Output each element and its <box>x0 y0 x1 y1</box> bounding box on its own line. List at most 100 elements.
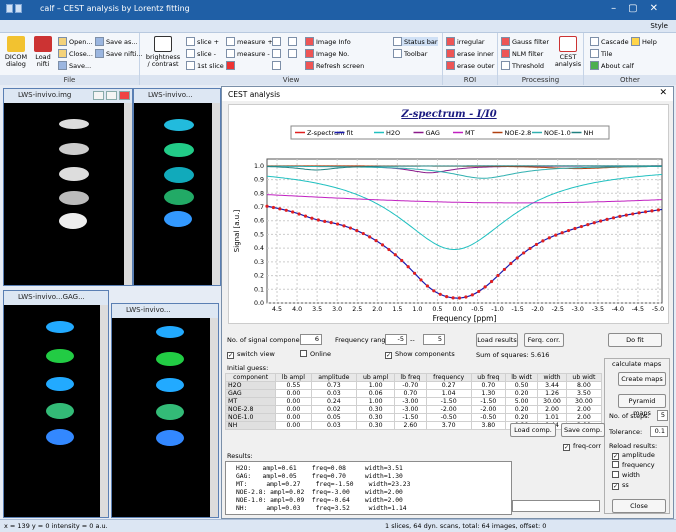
no-steps-input[interactable]: 5 <box>657 410 668 421</box>
do-fit-button[interactable]: Do fit <box>608 333 662 347</box>
slice-minus-button[interactable]: slice - <box>186 49 216 58</box>
image-window-4[interactable]: LWS-invivo... <box>111 303 219 518</box>
table-cell[interactable]: -3.00 <box>394 397 427 406</box>
table-cell[interactable]: -2.00 <box>425 405 472 414</box>
refresh-button[interactable]: Refresh screen <box>305 61 364 70</box>
measure-minus-button[interactable]: measure - <box>226 49 270 58</box>
status-bar-toggle[interactable]: Status bar <box>393 37 438 46</box>
reload-option-width[interactable]: width <box>612 471 640 479</box>
table-cell[interactable]: 30.00 <box>565 397 603 406</box>
close-window-button[interactable] <box>119 91 130 100</box>
table-cell[interactable]: 0.00 <box>275 389 312 398</box>
freq-corr-checkbox[interactable]: ✓ freq-corr <box>563 442 601 451</box>
table-cell[interactable]: 0.05 <box>310 413 358 422</box>
cascade-button[interactable]: Cascade <box>590 37 629 46</box>
brightness-contrast-button[interactable]: brightness / contrast <box>145 36 181 68</box>
table-row[interactable]: GAG 0.00 0.03 0.06 0.70 1.04 1.30 0.20 1.26 3.50 <box>224 389 603 398</box>
table-cell[interactable]: 0.55 <box>275 381 312 390</box>
table-cell[interactable]: 1.00 <box>356 397 396 406</box>
table-cell[interactable]: 0.02 <box>310 405 358 414</box>
irregular-roi-button[interactable]: irregular <box>446 37 485 46</box>
no-components-input[interactable]: 6 <box>300 334 322 345</box>
table-row[interactable]: NOE-2.8 0.00 0.02 0.30 -3.00 -2.00 -2.00 0.20 2.… <box>224 405 603 414</box>
scrollbar[interactable] <box>100 305 108 517</box>
table-cell[interactable]: NOE-2.8 <box>224 405 277 414</box>
table-cell[interactable]: 0.00 <box>275 397 312 406</box>
table-cell[interactable]: 0.20 <box>504 389 539 398</box>
table-cell[interactable]: -0.70 <box>394 381 427 390</box>
dialog-close-icon[interactable]: ✕ <box>659 88 667 98</box>
load-comp-button[interactable]: Load comp. <box>510 423 556 437</box>
reload-option-ss[interactable]: ✓ ss <box>612 481 629 490</box>
table-cell[interactable]: -1.50 <box>470 397 506 406</box>
cursor-c-button[interactable] <box>272 37 281 46</box>
close-button[interactable]: Close <box>612 499 666 513</box>
results-listbox[interactable]: H2O: ampl=0.61 freq=0.08 width=3.51 GAG: … <box>225 461 512 515</box>
show-components-checkbox[interactable]: ✓ Show components <box>385 350 455 359</box>
table-cell[interactable]: 0.24 <box>310 397 358 406</box>
table-cell[interactable]: 30.00 <box>537 397 567 406</box>
online-checkbox[interactable]: Online <box>300 350 331 358</box>
ferq-corr-button[interactable]: Ferq. corr. <box>524 333 564 347</box>
table-cell[interactable]: 1.01 <box>537 413 567 422</box>
measure-tool-button[interactable] <box>226 61 235 70</box>
table-cell[interactable]: -0.50 <box>470 413 506 422</box>
r2-button[interactable] <box>288 49 297 58</box>
image-window-1-title[interactable]: LWS-invivo.img <box>4 89 132 103</box>
save-as-button[interactable]: Save as... <box>95 37 138 46</box>
toolbar-toggle[interactable]: Toolbar <box>393 49 427 58</box>
table-cell[interactable]: -3.00 <box>394 405 427 414</box>
table-cell[interactable]: 0.00 <box>275 421 312 430</box>
gauss-filter-button[interactable]: Gauss filter <box>501 37 549 46</box>
erase-outer-button[interactable]: erase outer <box>446 61 494 70</box>
table-row[interactable]: NOE-1.0 0.00 0.05 0.30 -1.50 -0.50 -0.50 0.20 1.… <box>224 413 603 422</box>
load-nifti-button[interactable]: Load nifti <box>31 36 55 68</box>
table-cell[interactable]: 1.00 <box>356 381 396 390</box>
table-cell[interactable]: -1.50 <box>425 397 472 406</box>
close-file-button[interactable]: Close... <box>58 49 93 58</box>
r-button[interactable] <box>288 37 297 46</box>
table-cell[interactable]: 3.44 <box>537 381 567 390</box>
initial-guess-table[interactable]: component lb ampl amplitude ub ampl lb freq f… <box>224 373 603 430</box>
switch-view-checkbox[interactable]: ✓ switch view <box>227 350 275 359</box>
table-cell[interactable]: 1.04 <box>425 389 472 398</box>
image-no-button[interactable]: Image No. <box>305 49 349 58</box>
table-cell[interactable]: 0.50 <box>504 381 539 390</box>
table-cell[interactable]: 2.00 <box>537 405 567 414</box>
style-menu[interactable]: Style <box>650 22 668 30</box>
image-window-2-title[interactable]: LWS-invivo... <box>134 89 220 103</box>
image-info-button[interactable]: Image Info <box>305 37 351 46</box>
table-cell[interactable]: 0.03 <box>310 421 358 430</box>
scrollbar[interactable] <box>210 318 218 517</box>
table-cell[interactable]: 0.30 <box>356 413 396 422</box>
table-cell[interactable]: 5.00 <box>504 397 539 406</box>
table-cell[interactable]: 8.00 <box>565 381 603 390</box>
reload-option-frequency[interactable]: frequency <box>612 461 655 469</box>
table-cell[interactable]: 0.00 <box>275 405 312 414</box>
table-cell[interactable]: 0.70 <box>394 389 427 398</box>
table-cell[interactable]: -1.50 <box>394 413 427 422</box>
table-cell[interactable]: 3.50 <box>565 389 603 398</box>
table-cell[interactable]: H2O <box>224 381 277 390</box>
open-button[interactable]: Open... <box>58 37 93 46</box>
table-cell[interactable]: 1.26 <box>537 389 567 398</box>
first-slice-button[interactable]: 1st slice <box>186 61 224 70</box>
image-window-1[interactable]: LWS-invivo.img <box>3 88 133 286</box>
cest-analysis-button[interactable]: CEST analysis <box>554 36 582 68</box>
cursor-c2-button[interactable] <box>272 49 281 58</box>
table-cell[interactable]: 0.00 <box>275 413 312 422</box>
table-cell[interactable]: 0.30 <box>356 421 396 430</box>
measure-plus-button[interactable]: measure + <box>226 37 273 46</box>
minimize-button[interactable] <box>93 91 104 100</box>
image-window-4-title[interactable]: LWS-invivo... <box>112 304 218 318</box>
table-cell[interactable]: NH <box>224 421 277 430</box>
image-window-3[interactable]: LWS-invivo...GAG... <box>3 290 109 518</box>
pyramid-maps-button[interactable]: Pyramid maps <box>618 394 666 417</box>
dicom-dialog-button[interactable]: DICOM dialog <box>3 36 29 68</box>
save-nifti-button[interactable]: Save nifti... <box>95 49 143 58</box>
table-cell[interactable]: MT <box>224 397 277 406</box>
threshold-button[interactable]: Threshold <box>501 61 544 70</box>
table-cell[interactable]: 0.20 <box>504 413 539 422</box>
table-cell[interactable]: 3.70 <box>425 421 472 430</box>
table-cell[interactable]: 2.60 <box>394 421 427 430</box>
